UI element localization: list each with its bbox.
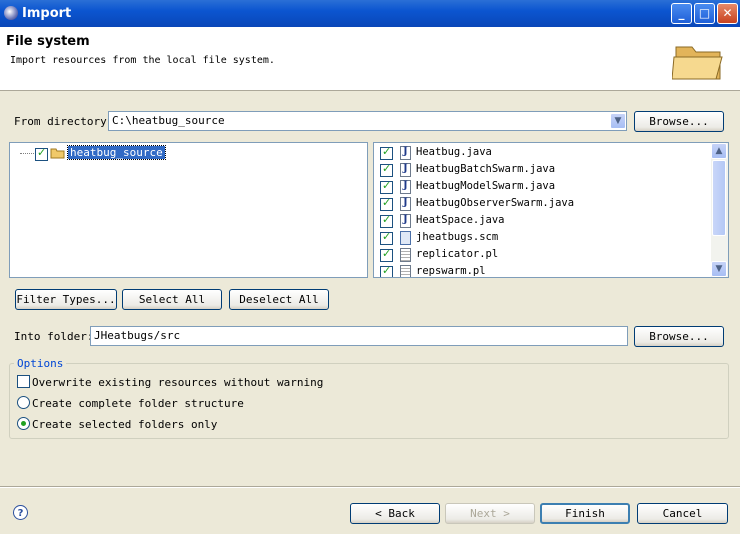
file-list-scrollbar[interactable]: ▲ ▼ xyxy=(711,143,728,277)
cancel-button[interactable]: Cancel xyxy=(637,503,728,524)
folder-icon xyxy=(50,147,65,159)
scroll-up-icon[interactable]: ▲ xyxy=(711,143,727,159)
scroll-thumb[interactable] xyxy=(712,160,726,236)
folder-banner-icon xyxy=(671,37,728,83)
from-directory-browse-button[interactable]: Browse... xyxy=(634,111,724,132)
file-name: jheatbugs.scm xyxy=(416,231,499,243)
close-button[interactable]: ✕ xyxy=(717,3,738,24)
java-file-icon: J xyxy=(400,214,411,228)
create-selected-label[interactable]: Create selected folders only xyxy=(32,418,217,431)
file-checkbox[interactable] xyxy=(380,179,393,194)
tree-item-label[interactable]: heatbug_source xyxy=(67,145,166,160)
scm-file-icon xyxy=(400,231,411,245)
list-item[interactable]: J HeatbugBatchSwarm.java xyxy=(380,162,710,179)
file-name: repswarm.pl xyxy=(416,265,486,277)
file-name: replicator.pl xyxy=(416,248,499,260)
page-title: File system xyxy=(6,34,90,49)
java-file-icon: J xyxy=(400,146,411,160)
file-name: HeatbugBatchSwarm.java xyxy=(416,163,556,175)
eclipse-icon xyxy=(4,6,18,20)
tree-item-checkbox[interactable] xyxy=(35,146,48,161)
from-directory-value: C:\heatbug_source xyxy=(112,114,225,127)
list-item[interactable]: J Heatbug.java xyxy=(380,145,710,162)
file-name: HeatbugObserverSwarm.java xyxy=(416,197,575,209)
tree-expander-line xyxy=(20,153,34,154)
chevron-down-icon[interactable]: ▼ xyxy=(610,113,626,129)
list-item[interactable]: J HeatbugModelSwarm.java xyxy=(380,179,710,196)
file-checkbox[interactable] xyxy=(380,230,393,245)
list-item[interactable]: replicator.pl xyxy=(380,247,710,264)
into-folder-label: Into folder: xyxy=(14,330,94,343)
options-legend: Options xyxy=(14,357,67,370)
into-folder-field[interactable]: JHeatbugs/src xyxy=(90,326,628,346)
into-folder-browse-button[interactable]: Browse... xyxy=(634,326,724,347)
file-name: HeatbugModelSwarm.java xyxy=(416,180,556,192)
back-button[interactable]: < Back xyxy=(350,503,440,524)
overwrite-label[interactable]: Overwrite existing resources without war… xyxy=(32,376,323,389)
file-checkbox[interactable] xyxy=(380,162,393,177)
file-checkbox[interactable] xyxy=(380,213,393,228)
file-checkbox[interactable] xyxy=(380,247,393,262)
file-checkbox[interactable] xyxy=(380,264,393,277)
wizard-header: File system Import resources from the lo… xyxy=(0,27,740,91)
finish-button[interactable]: Finish xyxy=(540,503,630,524)
text-file-icon xyxy=(400,265,411,277)
file-name: HeatSpace.java xyxy=(416,214,505,226)
create-complete-radio[interactable] xyxy=(17,396,30,409)
java-file-icon: J xyxy=(400,197,411,211)
list-item[interactable]: jheatbugs.scm xyxy=(380,230,710,247)
from-directory-label: From directory: xyxy=(14,115,114,128)
file-checkbox[interactable] xyxy=(380,145,393,160)
maximize-button[interactable]: □ xyxy=(694,3,715,24)
minimize-button[interactable]: _ xyxy=(671,3,692,24)
page-description: Import resources from the local file sys… xyxy=(10,55,275,66)
list-item[interactable]: repswarm.pl xyxy=(380,264,710,277)
deselect-all-button[interactable]: Deselect All xyxy=(229,289,329,310)
next-button[interactable]: Next > xyxy=(445,503,535,524)
list-item[interactable]: J HeatbugObserverSwarm.java xyxy=(380,196,710,213)
java-file-icon: J xyxy=(400,163,411,177)
scroll-down-icon[interactable]: ▼ xyxy=(711,261,727,277)
file-list[interactable]: J Heatbug.java J HeatbugBatchSwarm.java … xyxy=(373,142,729,278)
title-bar: Import _ □ ✕ xyxy=(0,0,740,27)
folder-tree[interactable]: heatbug_source xyxy=(9,142,368,278)
overwrite-checkbox[interactable] xyxy=(17,375,30,388)
footer-separator xyxy=(0,486,740,488)
create-selected-radio[interactable] xyxy=(17,417,30,430)
filter-types-button[interactable]: Filter Types... xyxy=(15,289,117,310)
window-title: Import xyxy=(22,6,72,21)
create-complete-label[interactable]: Create complete folder structure xyxy=(32,397,244,410)
java-file-icon: J xyxy=(400,180,411,194)
help-icon[interactable]: ? xyxy=(13,505,28,520)
text-file-icon xyxy=(400,248,411,262)
file-name: Heatbug.java xyxy=(416,146,492,158)
list-item[interactable]: J HeatSpace.java xyxy=(380,213,710,230)
file-checkbox[interactable] xyxy=(380,196,393,211)
from-directory-combo[interactable]: C:\heatbug_source ▼ xyxy=(108,111,627,131)
select-all-button[interactable]: Select All xyxy=(122,289,222,310)
